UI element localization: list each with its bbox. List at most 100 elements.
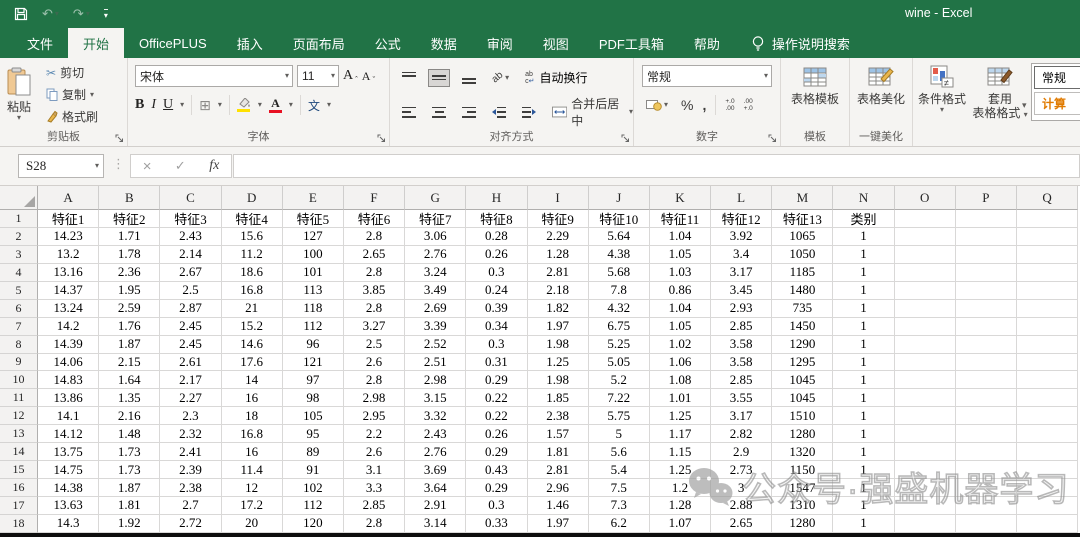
font-dialog-launcher[interactable] [377, 134, 386, 143]
cell-B15[interactable]: 1.73 [99, 461, 161, 480]
cell-G15[interactable]: 3.69 [405, 461, 467, 480]
cell-A11[interactable]: 13.86 [38, 389, 100, 408]
cell-I12[interactable]: 2.38 [527, 407, 589, 426]
cell-N13[interactable]: 1 [833, 425, 895, 444]
decrease-indent-button[interactable] [488, 104, 510, 121]
cell-E9[interactable]: 121 [282, 353, 344, 372]
cell-H5[interactable]: 0.24 [466, 281, 528, 300]
cell-A18[interactable]: 14.3 [38, 514, 100, 533]
cell-Q13[interactable] [1017, 425, 1079, 444]
cell-O5[interactable] [894, 281, 956, 300]
column-header-I[interactable]: I [527, 186, 589, 210]
cell-P15[interactable] [955, 461, 1017, 480]
cell-O9[interactable] [894, 353, 956, 372]
cell-I10[interactable]: 1.98 [527, 371, 589, 390]
tell-me-search[interactable]: 操作说明搜索 [735, 28, 850, 58]
row-header-1[interactable]: 1 [0, 210, 38, 228]
cell-F13[interactable]: 2.2 [343, 425, 406, 444]
cell-N2[interactable]: 1 [833, 227, 895, 246]
cell-M1[interactable]: 特征13 [772, 210, 834, 228]
cell-I3[interactable]: 1.28 [527, 245, 589, 264]
cell-F6[interactable]: 2.8 [343, 299, 406, 318]
tab-formulas[interactable]: 公式 [360, 28, 416, 58]
cell-D18[interactable]: 20 [221, 514, 283, 533]
cell-K11[interactable]: 1.01 [649, 389, 712, 408]
column-header-C[interactable]: C [160, 186, 222, 210]
column-header-H[interactable]: H [466, 186, 528, 210]
cell-D11[interactable]: 16 [221, 389, 283, 408]
row-header-9[interactable]: 9 [0, 353, 38, 372]
cell-B17[interactable]: 1.81 [99, 497, 161, 515]
cell-B1[interactable]: 特征2 [99, 210, 161, 228]
cell-Q5[interactable] [1017, 281, 1079, 300]
cell-C8[interactable]: 2.45 [160, 335, 222, 354]
cell-I13[interactable]: 1.57 [527, 425, 589, 444]
alignment-dialog-launcher[interactable] [621, 134, 630, 143]
cell-G17[interactable]: 2.91 [405, 497, 467, 515]
cell-H12[interactable]: 0.22 [466, 407, 528, 426]
cell-A17[interactable]: 13.63 [38, 497, 100, 515]
cell-I17[interactable]: 1.46 [527, 497, 589, 515]
column-header-K[interactable]: K [649, 186, 712, 210]
cell-M2[interactable]: 1065 [772, 227, 834, 246]
comma-style-button[interactable]: , [702, 97, 706, 113]
cell-I11[interactable]: 1.85 [527, 389, 589, 408]
cell-J4[interactable]: 5.68 [588, 263, 650, 282]
align-middle-button[interactable] [428, 68, 450, 87]
cell-F4[interactable]: 2.8 [343, 263, 406, 282]
cell-L17[interactable]: 2.88 [711, 497, 773, 515]
cell-K3[interactable]: 1.05 [649, 245, 712, 264]
cell-G3[interactable]: 2.76 [405, 245, 467, 264]
cell-N15[interactable]: 1 [833, 461, 895, 480]
cell-J7[interactable]: 6.75 [588, 317, 650, 336]
cell-G12[interactable]: 3.32 [405, 407, 467, 426]
redo-button[interactable]: ↷ ▾ [73, 6, 90, 22]
cell-A13[interactable]: 14.12 [38, 425, 100, 444]
cell-P3[interactable] [955, 245, 1017, 264]
cell-J9[interactable]: 5.05 [588, 353, 650, 372]
cell-J6[interactable]: 4.32 [588, 299, 650, 318]
cell-P5[interactable] [955, 281, 1017, 300]
cell-A1[interactable]: 特征1 [38, 210, 100, 228]
cell-B12[interactable]: 2.16 [99, 407, 161, 426]
cell-H7[interactable]: 0.34 [466, 317, 528, 336]
cell-B11[interactable]: 1.35 [99, 389, 161, 408]
cell-H15[interactable]: 0.43 [466, 461, 528, 480]
cell-N10[interactable]: 1 [833, 371, 895, 390]
tab-view[interactable]: 视图 [528, 28, 584, 58]
cell-E15[interactable]: 91 [282, 461, 344, 480]
cell-A6[interactable]: 13.24 [38, 299, 100, 318]
cell-P17[interactable] [955, 497, 1017, 515]
cell-O3[interactable] [894, 245, 956, 264]
table-template-button[interactable]: 表格模板 [781, 58, 849, 130]
cell-O8[interactable] [894, 335, 956, 354]
italic-button[interactable]: I [151, 97, 156, 113]
row-header-3[interactable]: 3 [0, 245, 38, 264]
formula-input[interactable] [233, 154, 1080, 178]
cell-F18[interactable]: 2.8 [343, 514, 406, 533]
cell-H9[interactable]: 0.31 [466, 353, 528, 372]
cell-A9[interactable]: 14.06 [38, 353, 100, 372]
cell-L8[interactable]: 3.58 [711, 335, 773, 354]
tab-officeplus[interactable]: OfficePLUS [124, 28, 222, 58]
cell-N7[interactable]: 1 [833, 317, 895, 336]
cell-A5[interactable]: 14.37 [38, 281, 100, 300]
cell-H10[interactable]: 0.29 [466, 371, 528, 390]
cell-E14[interactable]: 89 [282, 443, 344, 462]
cell-M12[interactable]: 1510 [772, 407, 834, 426]
cell-F14[interactable]: 2.6 [343, 443, 406, 462]
row-header-16[interactable]: 16 [0, 479, 38, 497]
cell-E2[interactable]: 127 [282, 227, 344, 246]
row-header-15[interactable]: 15 [0, 461, 38, 480]
column-header-J[interactable]: J [588, 186, 650, 210]
cell-K14[interactable]: 1.15 [649, 443, 712, 462]
cell-C13[interactable]: 2.32 [160, 425, 222, 444]
cell-O11[interactable] [894, 389, 956, 408]
cell-C1[interactable]: 特征3 [160, 210, 222, 228]
cell-D15[interactable]: 11.4 [221, 461, 283, 480]
cell-Q7[interactable] [1017, 317, 1079, 336]
cell-K1[interactable]: 特征11 [649, 210, 712, 228]
cell-O15[interactable] [894, 461, 956, 480]
cell-B14[interactable]: 1.73 [99, 443, 161, 462]
cell-C17[interactable]: 2.7 [160, 497, 222, 515]
